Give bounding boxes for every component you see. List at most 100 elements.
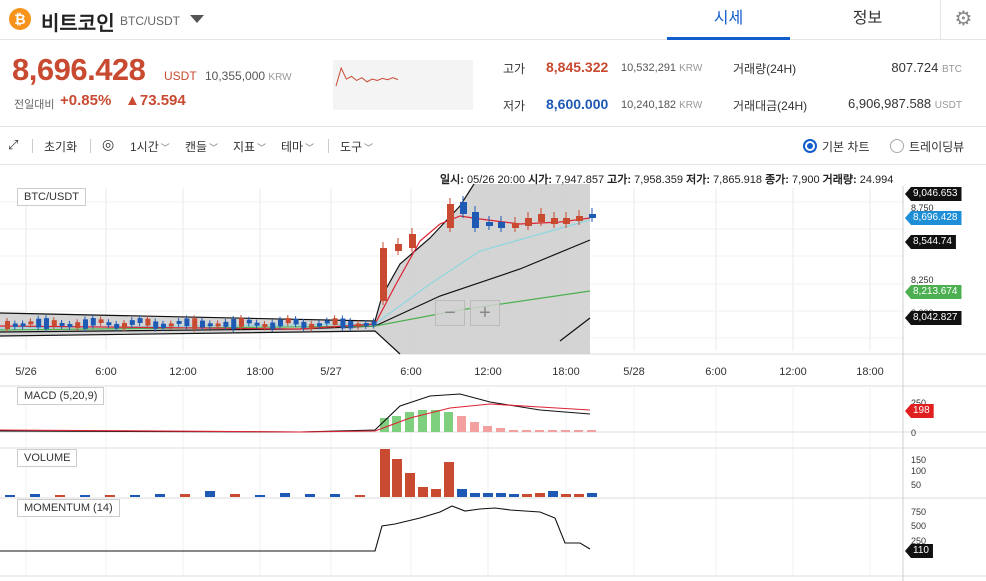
theme-dropdown[interactable]: 테마 ﹀ — [281, 138, 314, 155]
volume-bar — [355, 495, 365, 497]
volume-bar — [418, 487, 428, 497]
x-axis-label: 6:00 — [705, 366, 726, 378]
price-tag-lower: 8,042.827 — [905, 311, 962, 325]
candle — [278, 319, 283, 327]
macd-bar — [444, 412, 453, 432]
candle — [215, 323, 221, 327]
volume-bar — [574, 494, 584, 497]
candle — [309, 323, 315, 329]
y-axis-label: 100 — [911, 466, 926, 476]
volume-bar — [105, 495, 115, 497]
trade-value-24h-value: 6,906,987.588 — [848, 96, 932, 111]
change-label: 전일대비 — [14, 99, 55, 111]
tradingview-label[interactable]: 트레이딩뷰 — [909, 138, 964, 155]
ohlc-high-label: 고가: — [607, 174, 632, 186]
ohlc-low-label: 저가: — [686, 174, 710, 186]
ohlc-volume-label: 거래량: — [822, 174, 857, 186]
tradingview-radio[interactable] — [890, 139, 904, 153]
macd-panel-label: MACD (5,20,9) — [17, 387, 105, 405]
pair-dropdown-icon[interactable] — [190, 15, 204, 23]
macd-bar — [431, 410, 440, 432]
candle — [270, 322, 276, 329]
chevron-down-icon: ﹀ — [160, 143, 170, 153]
volume-bar — [330, 494, 340, 497]
trade-value-24h-unit: USDT — [934, 100, 962, 111]
candle — [12, 323, 18, 327]
price-tag-ma-short: 8,544.74 — [905, 235, 956, 249]
zoom-in-button[interactable]: + — [470, 300, 500, 326]
change-absolute: ▲73.594 — [125, 92, 186, 109]
chevron-down-icon: ﹀ — [364, 143, 374, 153]
volume-bar — [380, 449, 390, 497]
pair-label[interactable]: BTC/USDT — [120, 14, 180, 28]
mini-chart — [333, 60, 473, 110]
price-krw-value: 10,355,000 — [205, 69, 266, 83]
candle — [525, 218, 532, 226]
volume-bar — [55, 495, 65, 497]
globe-icon[interactable]: ◎ — [102, 136, 114, 153]
x-axis-label: 5/26 — [15, 366, 36, 378]
price-chart[interactable]: 5/26 6:00 12:00 18:00 5/27 6:00 12:00 18:00 5/28… — [0, 166, 986, 581]
volume-bar — [561, 494, 571, 497]
low-krw-value: 10,240,182 — [621, 99, 677, 111]
candle-dropdown[interactable]: 캔들 ﹀ — [185, 138, 218, 155]
candle — [246, 319, 252, 324]
candle — [576, 216, 583, 221]
trade-value-24h: 6,906,987.588 USDT — [830, 96, 962, 111]
divider — [328, 139, 329, 153]
volume-bar — [444, 462, 454, 497]
chart-toolbar: ⤢ 초기화 ◎ 1시간 ﹀ 캔들 ﹀ 지표 ﹀ 테마 ﹀ 도구 ﹀ 기본 차트 트레이딩뷰 — [0, 127, 986, 165]
macd-bar — [418, 410, 427, 432]
price-tag-ma-long: 8,213.674 — [905, 285, 962, 299]
zoom-out-button[interactable]: − — [435, 300, 465, 326]
y-axis-label: 750 — [911, 507, 926, 517]
candle — [36, 318, 42, 328]
candle — [551, 218, 558, 224]
candle — [589, 214, 596, 218]
candle — [254, 322, 260, 326]
x-axis-label: 12:00 — [169, 366, 197, 378]
y-axis-label: 0 — [911, 428, 916, 438]
chart-canvas[interactable]: 5/26 6:00 12:00 18:00 5/27 6:00 12:00 18:00 5/28… — [0, 166, 986, 581]
reset-button[interactable]: 초기화 — [44, 138, 77, 155]
high-krw-value: 10,532,291 — [621, 62, 677, 74]
basic-chart-label[interactable]: 기본 차트 — [822, 138, 870, 155]
macd-bar — [483, 426, 492, 432]
indicator-dropdown[interactable]: 지표 ﹀ — [233, 138, 266, 155]
tab-info[interactable]: 정보 — [806, 0, 929, 40]
high-price: 8,845.322 — [546, 59, 609, 75]
interval-dropdown[interactable]: 1시간 ﹀ — [130, 138, 170, 155]
x-axis-label: 18:00 — [552, 366, 580, 378]
volume-bar — [548, 491, 558, 497]
candle — [20, 323, 26, 327]
macd-bar — [496, 428, 505, 432]
price-krw-unit: KRW — [268, 72, 292, 83]
macd-bar — [574, 430, 583, 432]
candle — [472, 212, 479, 228]
candle — [538, 214, 545, 222]
volume-bar — [305, 494, 315, 497]
candle — [563, 218, 570, 224]
basic-chart-radio[interactable] — [803, 139, 817, 153]
divider — [90, 139, 91, 153]
volume-24h: 807.724 BTC — [850, 60, 962, 75]
ohlc-open: 7,947.857 — [555, 174, 605, 186]
candle — [301, 321, 307, 328]
tools-dropdown[interactable]: 도구 ﹀ — [340, 138, 373, 155]
volume-bar — [80, 495, 90, 497]
expand-icon[interactable]: ⤢ — [8, 137, 18, 153]
candle — [395, 244, 402, 251]
candle — [137, 318, 143, 324]
candle — [371, 321, 377, 326]
price-unit: USDT — [164, 69, 197, 83]
bitcoin-icon: ₿ — [9, 8, 31, 30]
macd-bar — [522, 430, 531, 432]
x-axis-label: 6:00 — [400, 366, 421, 378]
tab-market[interactable]: 시세 — [667, 0, 790, 40]
volume-bar — [522, 494, 532, 497]
volume-bar — [457, 489, 467, 497]
x-axis-label: 6:00 — [95, 366, 116, 378]
gear-icon[interactable]: ⚙ — [940, 0, 986, 40]
candle — [51, 320, 57, 327]
macd-bar — [380, 418, 389, 432]
